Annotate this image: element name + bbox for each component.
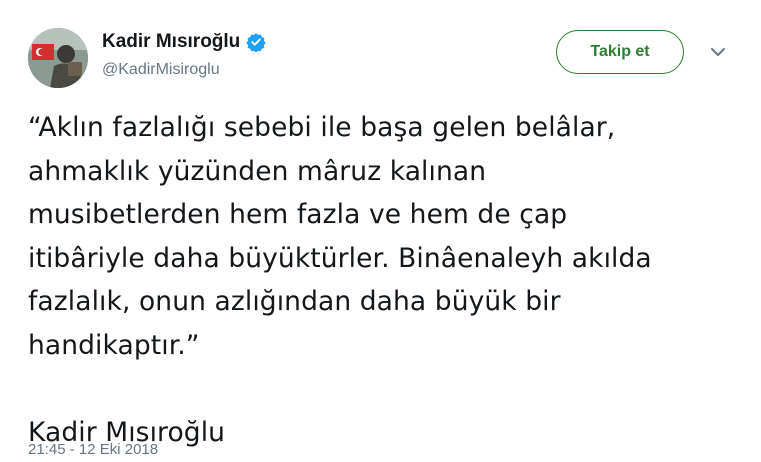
tweet-text-line: ahmaklık yüzünden mâruz kalınan	[28, 155, 487, 187]
tweet-text-line: musibetlerden hem fazla ve hem de çap	[28, 199, 568, 230]
tweet-text-line: handikaptır.”	[28, 329, 200, 361]
author-names: Kadir Mısıroğlu @KadirMisiroglu	[102, 30, 266, 80]
author-name-row: Kadir Mısıroğlu	[102, 30, 266, 54]
verified-badge-icon	[246, 32, 266, 53]
tweet-text-line: “Aklın fazlalığı sebebi ile başa gelen b…	[28, 112, 616, 143]
tweet-card: Kadir Mısıroğlu @KadirMisiroglu Takip et…	[0, 0, 761, 462]
tweet-text: “Aklın fazlalığı sebebi ile başa gelen b…	[28, 106, 728, 454]
avatar-image	[28, 28, 88, 88]
tweet-text-line: itibâriyle daha büyüktürler. Binâenaleyh…	[28, 242, 652, 274]
tweet-text-line: fazlalık, onun azlığından daha büyük bir	[28, 286, 561, 317]
follow-button[interactable]: Takip et	[556, 30, 684, 74]
author-handle[interactable]: @KadirMisiroglu	[102, 60, 266, 80]
tweet-timestamp[interactable]: 21:45 - 12 Eki 2018	[28, 440, 158, 460]
avatar[interactable]	[28, 28, 88, 88]
chevron-down-icon[interactable]	[708, 44, 728, 60]
tweet-header: Kadir Mısıroğlu @KadirMisiroglu Takip et	[28, 26, 738, 88]
author-display-name[interactable]: Kadir Mısıroğlu	[102, 30, 240, 54]
